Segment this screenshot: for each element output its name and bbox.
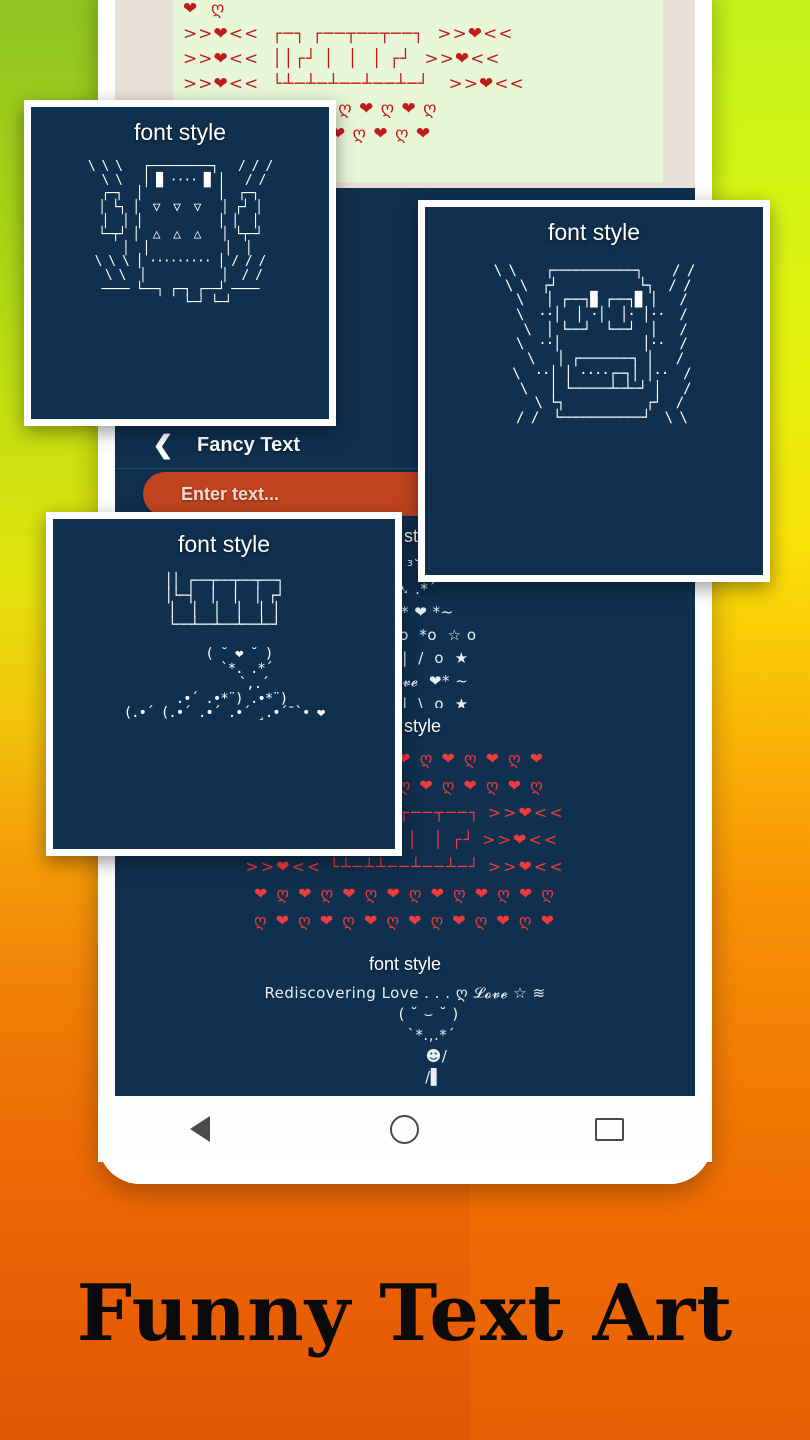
- android-nav-bar: [98, 1096, 712, 1162]
- home-circle-icon[interactable]: [370, 1109, 440, 1149]
- app-title: Funny Text Art: [76, 1268, 734, 1359]
- font-style-art: Rediscovering Love . . . ღ 𝓛𝓸𝓿𝓮 ☆ ≋ ( ˘ …: [264, 984, 546, 1086]
- font-style-row[interactable]: font style Rediscovering Love . . . ღ 𝓛𝓸…: [115, 946, 695, 1096]
- chevron-left-icon[interactable]: ❮: [143, 425, 183, 465]
- back-triangle-icon[interactable]: [165, 1109, 235, 1149]
- font-style-label: font style: [368, 954, 442, 974]
- font-style-card[interactable]: font style \ \ \ ┌─────────┐ / / / \ \ │…: [24, 100, 336, 426]
- recents-square-icon[interactable]: [575, 1109, 645, 1149]
- font-style-card-title: font style: [133, 119, 227, 145]
- font-style-card-title: font style: [547, 219, 641, 245]
- font-style-card-art: \ \ \ ┌─────────┐ / / / \ \ │ ▉ ···· ▉ │…: [87, 159, 273, 311]
- font-style-card-title: font style: [177, 531, 271, 557]
- font-style-card-art: \ \ ┌───────────┐ / / \ \ ┌┘ └┐ / / \ │ …: [493, 263, 696, 426]
- search-placeholder: Enter text...: [181, 483, 280, 504]
- font-style-card-art: ││ ┌──┬──┬──┬──┐ │└─┤ │ │ │ ┌┘ │ │ │ │ │…: [123, 573, 326, 722]
- page-title: Fancy Text: [197, 433, 300, 456]
- font-style-card[interactable]: font style \ \ ┌───────────┐ / / \ \ ┌┘ …: [418, 200, 770, 582]
- font-style-card[interactable]: font style ││ ┌──┬──┬──┬──┐ │└─┤ │ │ │ ┌…: [46, 512, 402, 856]
